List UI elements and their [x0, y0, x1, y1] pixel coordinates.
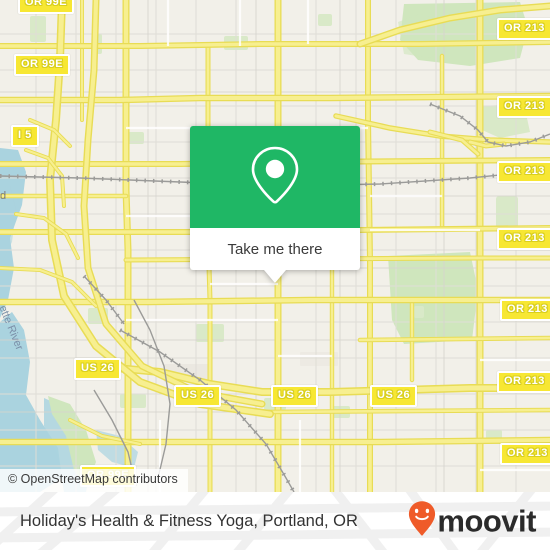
- place-popup-card[interactable]: Take me there: [190, 126, 360, 283]
- take-me-there-label: Take me there: [227, 240, 323, 258]
- result-footer: Holiday's Health & Fitness Yoga, Portlan…: [0, 492, 550, 550]
- road-shield: US 26: [370, 385, 418, 407]
- map-canvas[interactable]: .lw { fill:#aad3df; } .pk { fill:#cfe6bd…: [0, 0, 550, 492]
- road-shield: US 26: [174, 385, 222, 407]
- moovit-pin-smiley-icon: [408, 501, 436, 542]
- map-attribution[interactable]: © OpenStreetMap contributors: [0, 469, 188, 492]
- popup-action-bar[interactable]: Take me there: [190, 228, 360, 270]
- popup-pointer: [264, 270, 286, 283]
- road-shield: OR 213: [497, 18, 550, 40]
- road-shield: US 26: [271, 385, 319, 407]
- road-shield: OR 99E: [18, 0, 75, 14]
- street-label: d: [0, 190, 7, 202]
- road-shield: OR 213: [500, 299, 550, 321]
- road-shield: OR 213: [497, 228, 550, 250]
- place-title: Holiday's Health & Fitness Yoga, Portlan…: [20, 511, 358, 530]
- popup-header: [190, 126, 360, 228]
- moovit-logo[interactable]: moovit: [408, 501, 536, 542]
- road-shield: OR 213: [497, 371, 550, 393]
- map-pin-icon: [249, 144, 301, 211]
- moovit-wordmark: moovit: [437, 503, 536, 539]
- map-result-screen: .lw { fill:#aad3df; } .pk { fill:#cfe6bd…: [0, 0, 550, 550]
- road-shield: OR 213: [497, 96, 550, 118]
- road-shield: OR 213: [497, 161, 550, 183]
- road-shield: I 5: [11, 125, 39, 147]
- road-shield: OR 99E: [14, 54, 71, 76]
- road-shield: OR 213: [500, 443, 550, 465]
- road-shield: US 26: [74, 358, 122, 380]
